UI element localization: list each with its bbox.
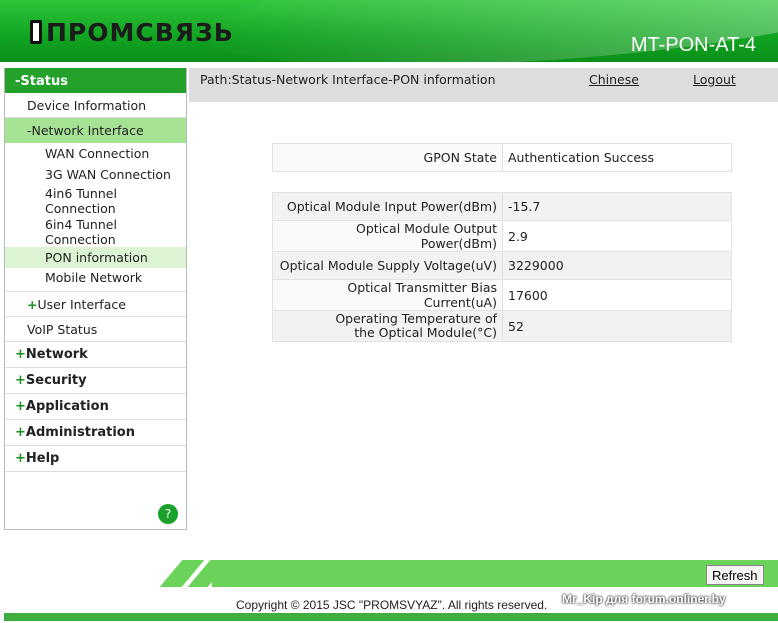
sidebar-item-security[interactable]: +Security: [5, 368, 186, 394]
optical-info-table: Optical Module Input Power(dBm) -15.7 Opt…: [272, 192, 732, 342]
label: Help: [25, 451, 60, 466]
sidebar-item-mobile-network[interactable]: Mobile Network: [5, 268, 186, 292]
label: User Interface: [37, 297, 126, 312]
sidebar: -Status Device Information -Network Inte…: [4, 68, 187, 530]
header: ПРОМСВЯЗЬ MT-PON-AT-4: [0, 0, 778, 62]
row-label: Optical Module Output Power(dBm): [272, 220, 503, 252]
table-row: Optical Module Output Power(dBm) 2.9: [272, 220, 732, 252]
plus-icon: +: [27, 297, 38, 312]
breadcrumb: Path:Status-Network Interface-PON inform…: [200, 72, 496, 87]
chinese-link[interactable]: Chinese: [589, 72, 639, 87]
label: Security: [25, 373, 87, 388]
sidebar-item-application[interactable]: +Application: [5, 394, 186, 420]
logo: ПРОМСВЯЗЬ: [30, 18, 234, 47]
row-label: Optical Transmitter Bias Current(uA): [272, 279, 503, 311]
plus-icon: +: [15, 373, 26, 388]
row-value: -15.7: [502, 192, 732, 221]
sidebar-item-status[interactable]: -Status: [5, 68, 186, 93]
sidebar-item-network-interface[interactable]: -Network Interface: [5, 118, 186, 143]
refresh-button[interactable]: Refresh: [706, 565, 764, 585]
help-icon[interactable]: ?: [158, 504, 178, 524]
path-bar: Path:Status-Network Interface-PON inform…: [189, 68, 778, 102]
sidebar-item-voip-status[interactable]: VoIP Status: [5, 317, 186, 342]
plus-icon: +: [15, 425, 26, 440]
row-value: 52: [502, 310, 732, 342]
bottom-bar: [4, 613, 778, 621]
row-label: Optical Module Input Power(dBm): [272, 192, 503, 221]
sidebar-item-wan-connection[interactable]: WAN Connection: [5, 143, 186, 164]
logout-link[interactable]: Logout: [693, 72, 736, 87]
sidebar-item-6in4-tunnel[interactable]: 6in4 Tunnel Connection: [5, 216, 186, 247]
sidebar-item-3g-wan-connection[interactable]: 3G WAN Connection: [5, 164, 186, 185]
sidebar-item-network[interactable]: +Network: [5, 342, 186, 368]
row-value: 17600: [502, 279, 732, 311]
table-row: Operating Temperature of the Optical Mod…: [272, 310, 732, 342]
label: Application: [25, 399, 109, 414]
sidebar-item-pon-information[interactable]: PON information: [5, 247, 186, 268]
gpon-state-table: GPON State Authentication Success: [272, 143, 732, 172]
sidebar-item-administration[interactable]: +Administration: [5, 420, 186, 446]
gpon-state-label: GPON State: [272, 143, 503, 172]
sidebar-item-device-information[interactable]: Device Information: [5, 93, 186, 118]
table-row: Optical Module Supply Voltage(uV) 3229000: [272, 251, 732, 280]
model-name: MT-PON-AT-4: [630, 34, 756, 56]
label: Administration: [25, 425, 135, 440]
sidebar-item-help[interactable]: +Help: [5, 446, 186, 472]
gpon-state-value: Authentication Success: [502, 143, 732, 172]
row-value: 3229000: [502, 251, 732, 280]
row-label: Operating Temperature of the Optical Mod…: [272, 310, 503, 342]
plus-icon: +: [15, 451, 26, 466]
table-row: GPON State Authentication Success: [272, 143, 732, 172]
sidebar-item-4in6-tunnel[interactable]: 4in6 Tunnel Connection: [5, 185, 186, 216]
row-label: Optical Module Supply Voltage(uV): [272, 251, 503, 280]
logo-text: ПРОМСВЯЗЬ: [46, 18, 234, 47]
table-row: Optical Module Input Power(dBm) -15.7: [272, 192, 732, 221]
plus-icon: +: [15, 399, 26, 414]
logo-icon: [30, 20, 42, 44]
watermark: Mr_Kip для forum.onliner.by: [562, 592, 726, 606]
row-value: 2.9: [502, 220, 732, 252]
table-row: Optical Transmitter Bias Current(uA) 1760…: [272, 279, 732, 311]
footer-band: [212, 560, 778, 587]
sidebar-item-user-interface[interactable]: +User Interface: [5, 292, 186, 317]
label: Network: [25, 347, 88, 362]
copyright: Copyright © 2015 JSC "PROMSVYAZ". All ri…: [236, 598, 548, 612]
plus-icon: +: [15, 347, 26, 362]
